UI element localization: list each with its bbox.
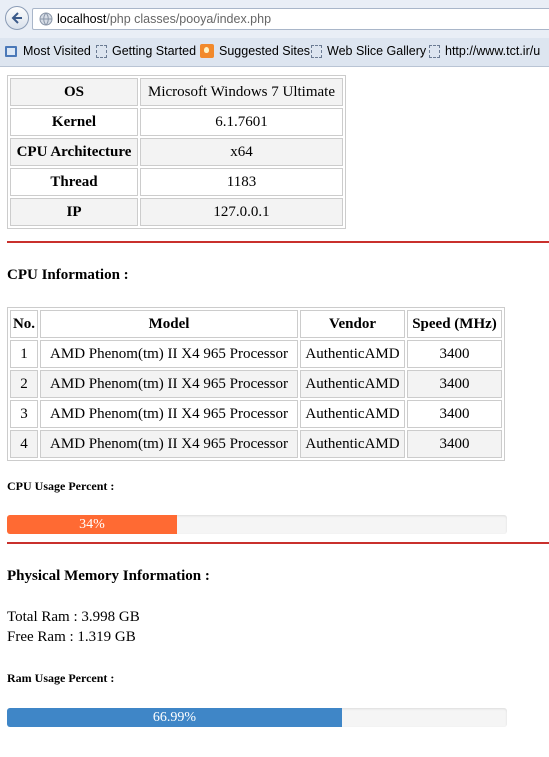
bookmark-tct[interactable]: http://www.tct.ir/u	[429, 44, 540, 58]
back-button[interactable]	[5, 6, 29, 30]
cell-vendor: AuthenticAMD	[300, 370, 405, 398]
table-row: Thread 1183	[10, 168, 343, 196]
page-icon	[311, 44, 322, 58]
table-row: OS Microsoft Windows 7 Ultimate	[10, 78, 343, 106]
row-label: IP	[10, 198, 138, 226]
table-row: CPU Architecture x64	[10, 138, 343, 166]
cell-speed: 3400	[407, 400, 502, 428]
cell-model: AMD Phenom(tm) II X4 965 Processor	[40, 400, 298, 428]
bookmarks-toolbar: Most Visited Getting Started Suggested S…	[0, 38, 549, 67]
page-icon	[96, 44, 107, 58]
bookmark-label: Most Visited	[23, 44, 91, 58]
table-row: 3 AMD Phenom(tm) II X4 965 Processor Aut…	[10, 400, 502, 428]
cpu-usage-progress-bar: 34%	[7, 515, 507, 534]
navigation-toolbar: localhost/php classes/pooya/index.php	[0, 0, 549, 38]
cpu-info-table: No. Model Vendor Speed (MHz) 1 AMD Pheno…	[7, 307, 505, 461]
row-label: OS	[10, 78, 138, 106]
row-value: 1183	[140, 168, 343, 196]
bookmark-most-visited[interactable]: Most Visited	[4, 44, 91, 58]
cell-no: 3	[10, 400, 38, 428]
url-path: /php classes/pooya/index.php	[106, 12, 272, 26]
back-arrow-icon	[11, 12, 22, 24]
row-label: Kernel	[10, 108, 138, 136]
cell-vendor: AuthenticAMD	[300, 340, 405, 368]
column-header: Vendor	[300, 310, 405, 338]
bookmark-label: http://www.tct.ir/u	[445, 44, 541, 58]
row-label: CPU Architecture	[10, 138, 138, 166]
row-label: Thread	[10, 168, 138, 196]
table-header-row: No. Model Vendor Speed (MHz)	[10, 310, 502, 338]
column-header: Speed (MHz)	[407, 310, 502, 338]
total-ram-text: Total Ram : 3.998 GB	[7, 609, 140, 625]
address-bar[interactable]: localhost/php classes/pooya/index.php	[32, 8, 549, 30]
row-value: 6.1.7601	[140, 108, 343, 136]
table-row: IP 127.0.0.1	[10, 198, 343, 226]
bookmark-getting-started[interactable]: Getting Started	[96, 44, 196, 58]
cpu-usage-title: CPU Usage Percent :	[7, 479, 115, 493]
cell-model: AMD Phenom(tm) II X4 965 Processor	[40, 370, 298, 398]
row-value: 127.0.0.1	[140, 198, 343, 226]
memory-section-title: Physical Memory Information :	[7, 568, 210, 584]
row-value: Microsoft Windows 7 Ultimate	[140, 78, 343, 106]
cell-no: 2	[10, 370, 38, 398]
cell-vendor: AuthenticAMD	[300, 430, 405, 458]
bookmark-suggested-sites[interactable]: Suggested Sites	[200, 44, 310, 58]
cell-model: AMD Phenom(tm) II X4 965 Processor	[40, 430, 298, 458]
cell-speed: 3400	[407, 430, 502, 458]
table-row: Kernel 6.1.7601	[10, 108, 343, 136]
ram-usage-fill: 66.99%	[7, 708, 342, 727]
bookmark-web-slice-gallery[interactable]: Web Slice Gallery	[311, 44, 426, 58]
row-value: x64	[140, 138, 343, 166]
section-divider	[7, 542, 549, 544]
url-host: localhost	[57, 12, 107, 26]
cpu-section-title: CPU Information :	[7, 267, 129, 283]
column-header: No.	[10, 310, 38, 338]
page-icon	[429, 44, 440, 58]
free-ram-text: Free Ram : 1.319 GB	[7, 629, 136, 645]
ram-usage-title: Ram Usage Percent :	[7, 671, 115, 685]
cell-no: 1	[10, 340, 38, 368]
cell-vendor: AuthenticAMD	[300, 400, 405, 428]
cell-model: AMD Phenom(tm) II X4 965 Processor	[40, 340, 298, 368]
bookmark-label: Suggested Sites	[219, 44, 311, 58]
cell-no: 4	[10, 430, 38, 458]
suggested-sites-icon	[200, 44, 214, 58]
section-divider	[7, 241, 549, 243]
bookmark-label: Web Slice Gallery	[327, 44, 427, 58]
cpu-usage-fill: 34%	[7, 515, 177, 534]
cell-speed: 3400	[407, 340, 502, 368]
cell-speed: 3400	[407, 370, 502, 398]
table-row: 4 AMD Phenom(tm) II X4 965 Processor Aut…	[10, 430, 502, 458]
table-row: 1 AMD Phenom(tm) II X4 965 Processor Aut…	[10, 340, 502, 368]
system-info-table: OS Microsoft Windows 7 Ultimate Kernel 6…	[7, 75, 346, 229]
bookmark-label: Getting Started	[112, 44, 197, 58]
bookmarks-icon	[5, 45, 17, 57]
column-header: Model	[40, 310, 298, 338]
globe-icon	[39, 12, 53, 26]
url-text: localhost/php classes/pooya/index.php	[57, 9, 271, 29]
table-row: 2 AMD Phenom(tm) II X4 965 Processor Aut…	[10, 370, 502, 398]
ram-usage-progress-bar: 66.99%	[7, 708, 507, 727]
